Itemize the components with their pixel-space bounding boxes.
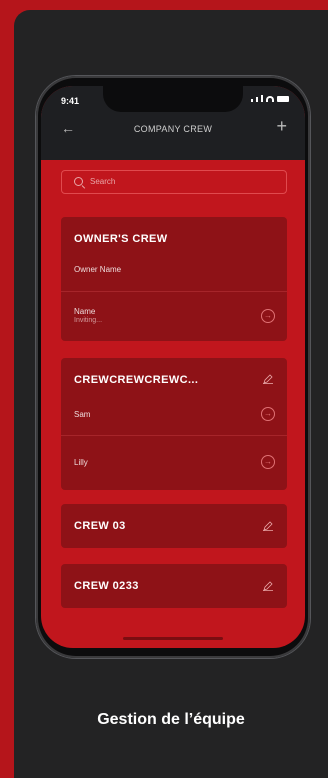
crew-title: OWNER'S CREW: [74, 233, 168, 245]
pencil-icon[interactable]: [263, 374, 273, 384]
plus-icon[interactable]: +: [276, 116, 287, 137]
arrow-right-icon[interactable]: →: [261, 407, 275, 421]
app-header: 9:41 ← COMPANY CREW +: [41, 86, 305, 160]
pencil-icon[interactable]: [263, 581, 273, 591]
battery-icon: [277, 96, 289, 102]
pencil-icon[interactable]: [263, 521, 273, 531]
page-title: COMPANY CREW: [133, 124, 213, 134]
signal-bar: [261, 95, 263, 102]
crew-card-2[interactable]: CREWCREWCREWC... Sam → Lilly →: [61, 358, 287, 490]
crew-title: CREW 0233: [74, 580, 139, 592]
member-status: Inviting...: [74, 317, 103, 324]
crew-title: CREWCREWCREWC...: [74, 374, 199, 386]
signal-icon: [251, 99, 253, 102]
member-name: Lilly: [74, 458, 88, 467]
crew-title: CREW 03: [74, 520, 126, 532]
search-icon: [74, 177, 83, 186]
crew-card-3[interactable]: CREW 03: [61, 504, 287, 548]
divider: [61, 291, 287, 292]
feature-caption: Gestion de l’équipe: [97, 711, 245, 728]
owner-name: Owner Name: [74, 265, 122, 274]
member-name: Sam: [74, 410, 91, 419]
search-placeholder: Search: [90, 177, 116, 186]
crew-card-4[interactable]: CREW 0233: [61, 564, 287, 608]
wifi-icon: [266, 96, 274, 102]
phone-notch: [103, 86, 243, 112]
phone-screen: 9:41 ← COMPANY CREW + Search OWNER'S CRE…: [41, 86, 305, 648]
signal-bar: [256, 97, 258, 102]
crew-card-owners[interactable]: OWNER'S CREW Owner Name Name Inviting...…: [61, 217, 287, 341]
search-input[interactable]: Search: [61, 170, 287, 194]
member-name: Name: [74, 307, 96, 316]
arrow-right-icon[interactable]: →: [261, 309, 275, 323]
home-indicator: [123, 637, 223, 640]
status-time: 9:41: [61, 96, 80, 106]
divider: [61, 435, 287, 436]
arrow-right-icon[interactable]: →: [261, 455, 275, 469]
status-icons: [251, 95, 289, 102]
